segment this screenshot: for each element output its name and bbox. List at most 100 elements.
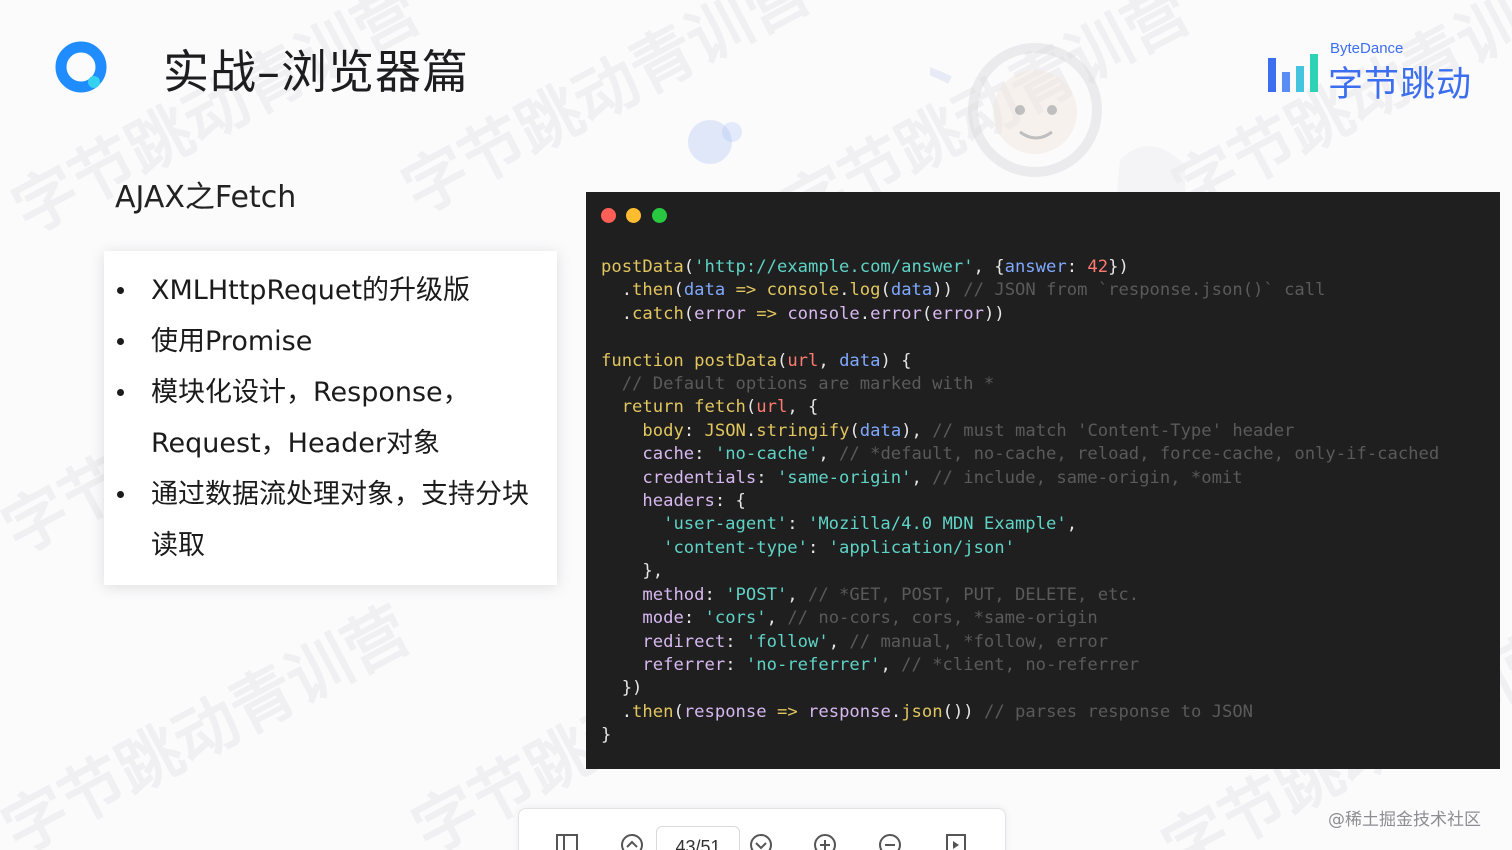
- bullet-item: XMLHttpRequet的升级版: [104, 265, 557, 316]
- sidebar-icon[interactable]: [554, 831, 580, 850]
- code-token: return: [621, 397, 684, 418]
- code-token: }: [601, 725, 612, 746]
- code-token: :: [725, 654, 746, 675]
- code-token: // must match 'Content-Type' header: [921, 420, 1295, 441]
- page-number-input[interactable]: [656, 826, 740, 850]
- zoom-out-icon[interactable]: [877, 831, 903, 850]
- window-maximize-dot: [652, 208, 667, 223]
- code-token: then: [632, 280, 674, 301]
- code-token: ,: [818, 444, 829, 465]
- fullscreen-icon[interactable]: [943, 831, 969, 850]
- bytedance-logo: ByteDance 字节跳动: [1266, 40, 1476, 105]
- bullet-item: 通过数据流处理对象，支持分块读取: [104, 469, 557, 571]
- code-token: postData: [601, 257, 684, 277]
- code-token: 'http://example.com/answer': [694, 257, 974, 277]
- code-token: .: [745, 420, 757, 441]
- window-minimize-dot: [626, 208, 641, 223]
- code-line: return fetch(url, {: [601, 396, 1439, 419]
- page-title: 实战–浏览器篇: [163, 45, 469, 99]
- code-token: }): [601, 678, 643, 699]
- code-token: ,: [818, 350, 840, 371]
- code-token: 'Mozilla/4.0 MDN Example': [807, 514, 1067, 535]
- code-token: =>: [735, 280, 757, 301]
- zoom-in-icon[interactable]: [812, 831, 838, 850]
- code-token: : {: [714, 491, 746, 512]
- code-token: }): [1108, 257, 1129, 277]
- code-token: data: [683, 280, 726, 301]
- code-token: , {: [787, 397, 819, 418]
- code-token: 42: [1087, 257, 1109, 277]
- decorative-blob: [688, 120, 742, 164]
- code-line: method: 'POST', // *GET, POST, PUT, DELE…: [601, 584, 1439, 607]
- code-token: ,: [880, 654, 891, 675]
- code-token: :: [1066, 257, 1088, 277]
- code-token: ),: [901, 420, 922, 441]
- code-token: 'no-referrer': [745, 654, 881, 675]
- code-token: :: [756, 467, 777, 488]
- code-line: redirect: 'follow', // manual, *follow, …: [601, 631, 1439, 654]
- code-line: cache: 'no-cache', // *default, no-cache…: [601, 443, 1439, 466]
- code-line: }: [601, 724, 1439, 747]
- code-line: headers: {: [601, 490, 1439, 513]
- code-token: (: [673, 280, 684, 301]
- code-token: (: [921, 303, 933, 324]
- watermark: 字节跳动青训营: [0, 593, 422, 850]
- code-token: .: [601, 701, 633, 722]
- code-token: cache: [642, 444, 695, 465]
- code-token: catch: [632, 303, 684, 324]
- next-page-icon[interactable]: [748, 831, 774, 850]
- code-token: console: [787, 303, 860, 324]
- code-token: error: [694, 303, 746, 324]
- slide: 字节跳动青训营 字节跳动青训营 字节跳动青训营 字节跳动青训营 字节跳动青训营 …: [0, 0, 1512, 850]
- code-token: response: [808, 701, 891, 722]
- code-token: =>: [776, 701, 798, 722]
- code-token: .: [859, 303, 871, 324]
- code-token: :: [683, 420, 705, 441]
- code-token: data: [859, 420, 902, 441]
- code-line: body: JSON.stringify(data), // must matc…: [601, 420, 1439, 443]
- code-token: credentials: [642, 467, 757, 488]
- code-line: // Default options are marked with *: [601, 373, 1439, 396]
- brand-name-cn: 字节跳动: [1328, 65, 1473, 105]
- window-close-dot: [601, 208, 616, 223]
- code-token: )): [983, 303, 1005, 324]
- code-token: 'no-cache': [714, 444, 819, 465]
- code-token: (: [776, 350, 788, 371]
- code-token: data: [839, 350, 881, 371]
- code-token: (: [673, 701, 684, 722]
- code-token: , {: [973, 257, 1005, 277]
- code-token: redirect: [642, 631, 726, 652]
- course-logo-icon: [55, 41, 107, 93]
- code-token: // include, same-origin, *omit: [921, 467, 1243, 488]
- code-token: (: [880, 280, 891, 301]
- code-line: credentials: 'same-origin', // include, …: [601, 467, 1439, 490]
- code-token: error: [932, 303, 984, 324]
- code-token: :: [787, 514, 808, 535]
- code-token: referrer: [642, 654, 726, 675]
- code-token: then: [632, 701, 674, 722]
- code-line: mode: 'cors', // no-cors, cors, *same-or…: [601, 607, 1439, 630]
- code-token: (: [745, 397, 757, 418]
- code-token: ,: [828, 631, 840, 652]
- prev-page-icon[interactable]: [619, 831, 645, 850]
- code-token: error: [870, 303, 922, 324]
- code-token: 'same-origin': [776, 467, 912, 488]
- code-line: 'content-type': 'application/json': [601, 537, 1439, 560]
- code-token: ,: [766, 608, 777, 629]
- code-token: .: [839, 280, 850, 301]
- code-token: :: [704, 584, 726, 605]
- code-line: referrer: 'no-referrer', // *client, no-…: [601, 654, 1439, 677]
- code-token: // JSON from `response.json()` call: [952, 280, 1326, 301]
